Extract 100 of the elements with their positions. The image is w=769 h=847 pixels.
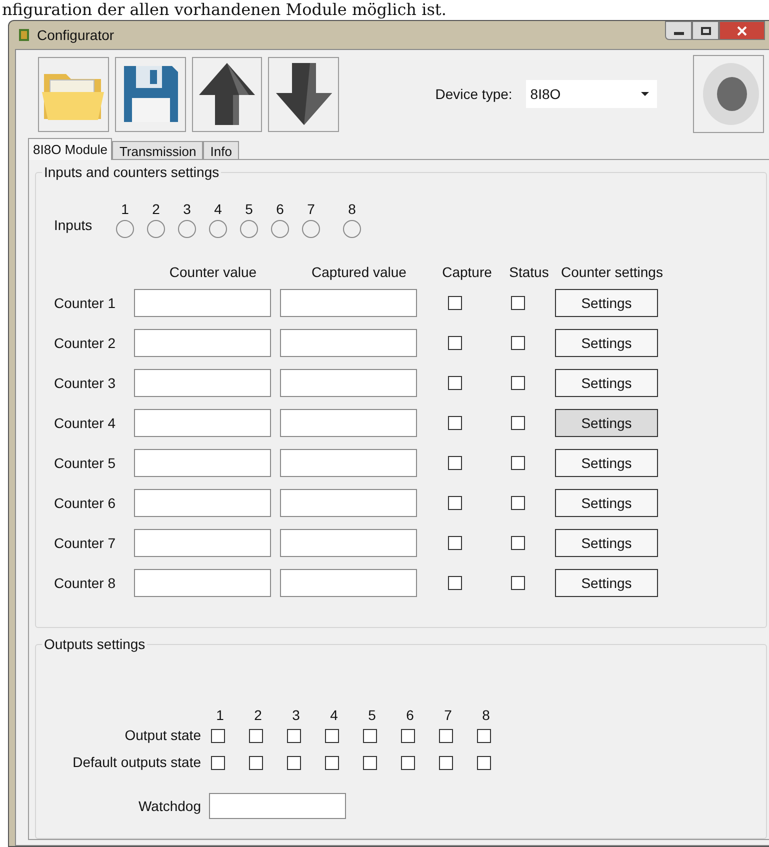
toolbar-button[interactable] bbox=[114, 56, 186, 132]
output-checkbox[interactable] bbox=[325, 756, 339, 770]
toolbar-button[interactable] bbox=[192, 56, 262, 132]
output-number: 6 bbox=[405, 707, 415, 724]
output-checkbox[interactable] bbox=[363, 756, 377, 770]
output-number: 1 bbox=[215, 707, 225, 724]
device-type-label: Device type: bbox=[435, 84, 512, 104]
tab[interactable]: 8I8O Module bbox=[28, 138, 112, 160]
maximize-button[interactable] bbox=[692, 21, 719, 40]
counter-label: Counter 4 bbox=[54, 414, 116, 432]
toolbar-button[interactable] bbox=[268, 56, 340, 132]
close-button[interactable] bbox=[719, 21, 765, 40]
maximize-icon bbox=[700, 26, 710, 34]
counter-value-field[interactable] bbox=[134, 409, 271, 437]
output-checkbox[interactable] bbox=[287, 728, 301, 743]
settings-button[interactable]: Settings bbox=[555, 369, 658, 397]
input-number: 5 bbox=[245, 201, 253, 217]
counter-value-field[interactable] bbox=[134, 289, 271, 317]
input-number: 7 bbox=[307, 201, 315, 217]
column-header: Status bbox=[508, 263, 550, 282]
dropdown-arrow-icon bbox=[641, 92, 650, 96]
output-checkbox[interactable] bbox=[439, 728, 453, 743]
tab[interactable]: Transmission bbox=[112, 141, 204, 160]
counter-label: Counter 7 bbox=[54, 534, 116, 552]
captured-value-field[interactable] bbox=[280, 409, 417, 437]
output-number: 2 bbox=[253, 707, 263, 724]
capture-checkbox[interactable] bbox=[448, 576, 462, 590]
captured-value-field[interactable] bbox=[280, 569, 417, 597]
settings-button[interactable]: Settings bbox=[555, 529, 658, 557]
status-checkbox[interactable] bbox=[511, 296, 525, 310]
counter-value-field[interactable] bbox=[134, 369, 271, 397]
settings-button[interactable]: Settings bbox=[555, 569, 658, 597]
close-icon bbox=[737, 26, 747, 36]
capture-checkbox[interactable] bbox=[448, 456, 462, 470]
output-checkbox[interactable] bbox=[249, 728, 263, 743]
status-checkbox[interactable] bbox=[511, 336, 525, 350]
counter-label: Counter 6 bbox=[54, 494, 116, 512]
captured-value-field[interactable] bbox=[280, 369, 417, 397]
connect-button[interactable] bbox=[693, 55, 764, 133]
status-checkbox[interactable] bbox=[511, 416, 525, 430]
input-number: 8 bbox=[348, 201, 356, 217]
output-row-label: Output state bbox=[124, 726, 202, 746]
capture-checkbox[interactable] bbox=[448, 496, 462, 510]
settings-button[interactable]: Settings bbox=[555, 409, 658, 437]
status-checkbox[interactable] bbox=[511, 496, 525, 510]
input-number: 3 bbox=[183, 201, 191, 217]
output-checkbox[interactable] bbox=[477, 728, 491, 743]
output-checkbox[interactable] bbox=[211, 756, 225, 770]
captured-value-field[interactable] bbox=[280, 449, 417, 477]
watchdog-label: Watchdog bbox=[137, 796, 202, 816]
device-type-dropdown[interactable]: 8I8O bbox=[526, 80, 658, 108]
counter-value-field[interactable] bbox=[134, 329, 271, 357]
down-arrow-icon bbox=[274, 61, 334, 127]
captured-value-field[interactable] bbox=[280, 289, 417, 317]
status-checkbox[interactable] bbox=[511, 576, 525, 590]
output-checkbox[interactable] bbox=[439, 756, 453, 770]
output-row-label: Default outputs state bbox=[72, 753, 202, 772]
settings-button[interactable]: Settings bbox=[555, 329, 658, 357]
capture-checkbox[interactable] bbox=[448, 536, 462, 550]
counter-value-field[interactable] bbox=[134, 449, 271, 477]
capture-checkbox[interactable] bbox=[448, 296, 462, 310]
output-checkbox[interactable] bbox=[401, 728, 415, 743]
counter-label: Counter 2 bbox=[54, 334, 116, 352]
capture-checkbox[interactable] bbox=[448, 376, 462, 390]
capture-checkbox[interactable] bbox=[448, 416, 462, 430]
watchdog-field[interactable] bbox=[209, 793, 346, 820]
window-title: Configurator bbox=[37, 26, 114, 45]
output-number: 8 bbox=[481, 707, 491, 724]
input-number: 1 bbox=[121, 201, 129, 217]
settings-button[interactable]: Settings bbox=[555, 449, 658, 477]
counter-value-field[interactable] bbox=[134, 569, 271, 597]
tab[interactable]: Info bbox=[203, 141, 239, 160]
capture-checkbox[interactable] bbox=[448, 336, 462, 350]
input-number: 2 bbox=[152, 201, 160, 217]
up-arrow-icon bbox=[197, 61, 258, 127]
counter-label: Counter 8 bbox=[54, 574, 116, 592]
settings-button[interactable]: Settings bbox=[555, 289, 658, 317]
output-checkbox[interactable] bbox=[401, 756, 415, 770]
status-checkbox[interactable] bbox=[511, 456, 525, 470]
status-checkbox[interactable] bbox=[511, 376, 525, 390]
minimize-icon bbox=[674, 32, 684, 35]
captured-value-field[interactable] bbox=[280, 329, 417, 357]
output-checkbox[interactable] bbox=[211, 728, 225, 743]
status-checkbox[interactable] bbox=[511, 536, 525, 550]
captured-value-field[interactable] bbox=[280, 489, 417, 517]
column-header: Counter settings bbox=[560, 263, 664, 282]
counter-value-field[interactable] bbox=[134, 529, 271, 557]
output-checkbox[interactable] bbox=[249, 756, 263, 770]
output-checkbox[interactable] bbox=[477, 756, 491, 770]
counter-value-field[interactable] bbox=[134, 489, 271, 517]
output-checkbox[interactable] bbox=[325, 728, 339, 743]
output-checkbox[interactable] bbox=[287, 756, 301, 770]
output-number: 4 bbox=[329, 707, 339, 724]
output-number: 7 bbox=[443, 707, 453, 724]
output-number: 5 bbox=[367, 707, 377, 724]
output-checkbox[interactable] bbox=[363, 728, 377, 743]
minimize-button[interactable] bbox=[665, 21, 692, 40]
captured-value-field[interactable] bbox=[280, 529, 417, 557]
settings-button[interactable]: Settings bbox=[555, 489, 658, 517]
document-text: nfiguration der allen vorhandenen Module möglich ist. bbox=[1, 0, 446, 20]
